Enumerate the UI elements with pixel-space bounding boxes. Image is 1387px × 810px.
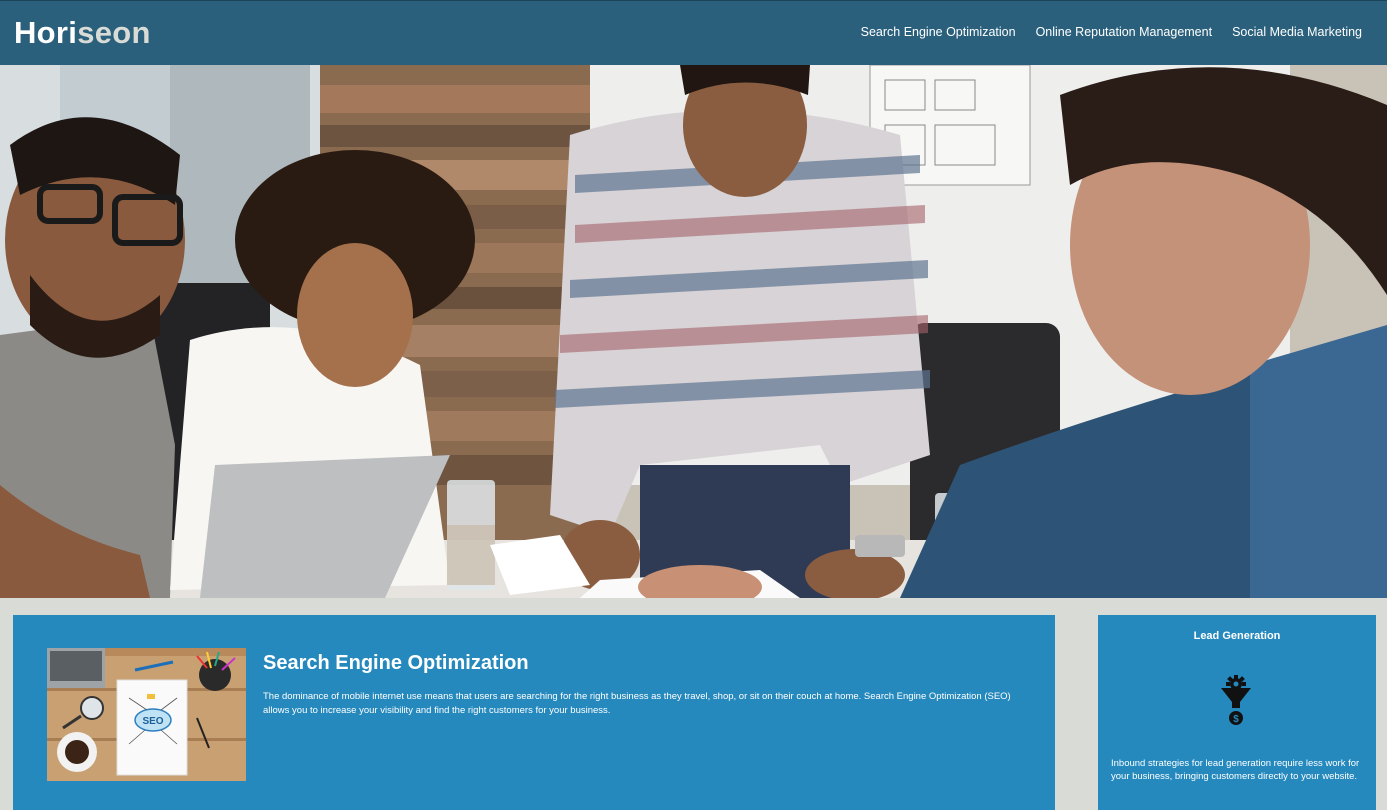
seo-card-title: Search Engine Optimization [263,652,529,674]
nav-link-social-media[interactable]: Social Media Marketing [1232,25,1362,39]
nav-link-seo[interactable]: Search Engine Optimization [861,25,1016,39]
lead-generation-title: Lead Generation [1193,630,1281,642]
logo-accent: seon [77,15,151,50]
site-header: Horiseon Search Engine Optimization Onli… [0,0,1387,65]
lead-generation-text: Inbound strategies for lead generation r… [1111,758,1360,782]
logo-main: Hori [14,15,78,50]
svg-text:SEO: SEO [142,716,163,727]
hero-image [0,65,1387,598]
seo-notebook-illustration: SEO [47,648,246,781]
nav-link-reputation[interactable]: Online Reputation Management [1036,25,1213,39]
lead-generation-card: Lead Generation $ Inbound strategies for… [1098,615,1376,810]
svg-text:$: $ [1233,714,1239,725]
site-logo[interactable]: Horiseon [14,15,151,51]
hero-team-meeting-illustration [0,65,1387,598]
main-nav: Search Engine Optimization Online Reputa… [861,25,1362,39]
seo-card-text: The dominance of mobile internet use mea… [263,691,1011,716]
lead-funnel-icon: $ [1221,675,1251,725]
seo-card: SEO Search Engine Optimization The domin… [13,615,1055,810]
seo-image: SEO [47,648,246,781]
